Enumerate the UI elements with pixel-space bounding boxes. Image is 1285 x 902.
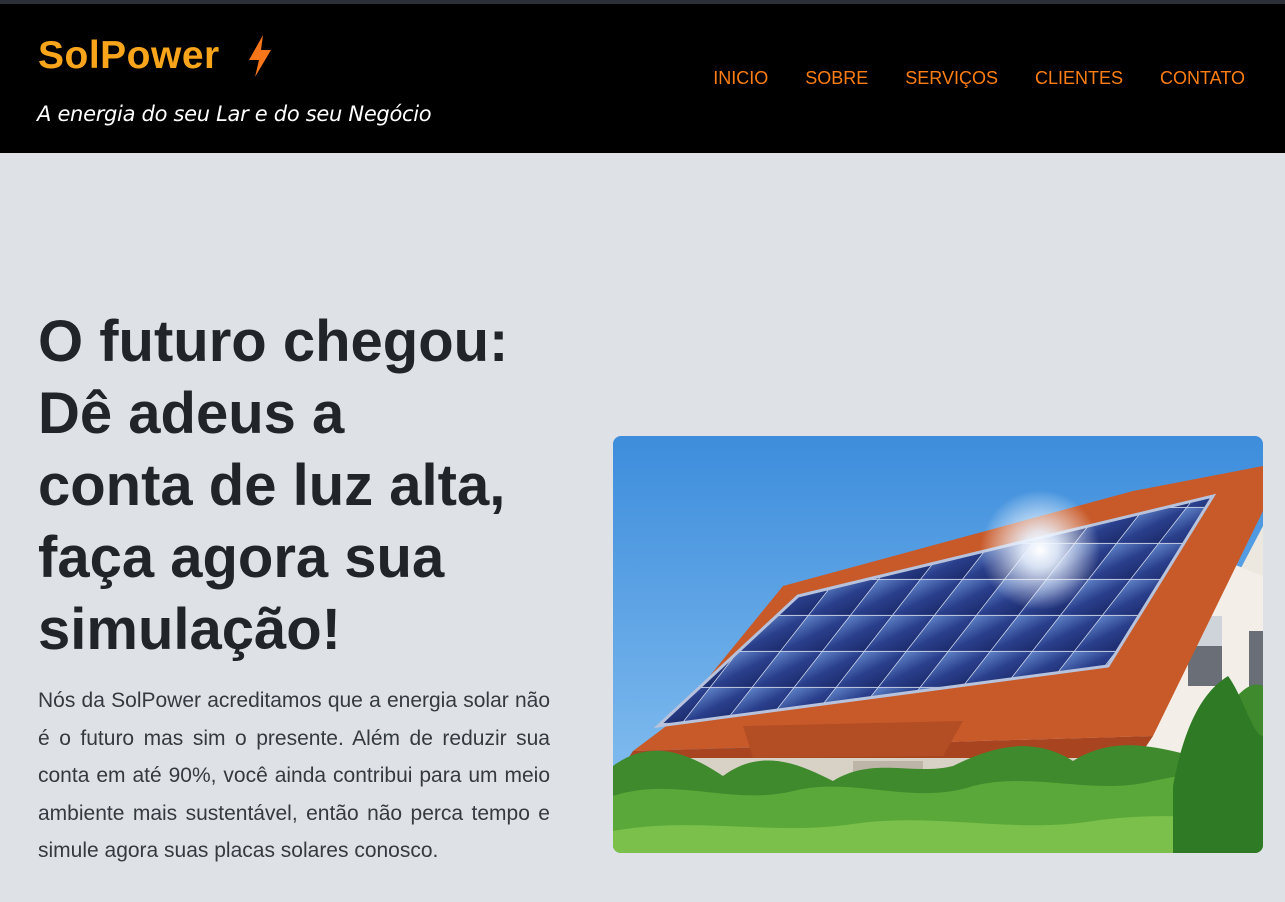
hero-title-line: conta de luz alta,: [38, 453, 506, 518]
hero-title: O futuro chegou: Dê adeus a conta de luz…: [38, 306, 598, 666]
hero-title-line: faça agora sua: [38, 525, 445, 590]
nav-link-servicos[interactable]: SERVIÇOS: [905, 68, 998, 89]
nav-link-inicio[interactable]: INICIO: [713, 68, 768, 89]
hero-title-line: simulação!: [38, 597, 341, 662]
hero-description: Nós da SolPower acreditamos que a energi…: [38, 689, 550, 862]
nav-link-sobre[interactable]: SOBRE: [805, 68, 868, 89]
nav-link-contato[interactable]: CONTATO: [1160, 68, 1245, 89]
brand[interactable]: SolPower: [38, 34, 274, 78]
tagline: A energia do seu Lar e do seu Negócio: [37, 102, 432, 126]
hero-title-line: Dê adeus a: [38, 381, 345, 446]
main-nav: INICIO SOBRE SERVIÇOS CLIENTES CONTATO: [676, 68, 1245, 89]
site-header: SolPower A energia do seu Lar e do seu N…: [0, 4, 1285, 153]
hero-title-line: O futuro chegou:: [38, 309, 509, 374]
brand-name: SolPower: [38, 34, 220, 77]
solar-house-image: [613, 436, 1263, 853]
lightning-bolt-icon: [248, 35, 271, 77]
nav-link-clientes[interactable]: CLIENTES: [1035, 68, 1123, 89]
